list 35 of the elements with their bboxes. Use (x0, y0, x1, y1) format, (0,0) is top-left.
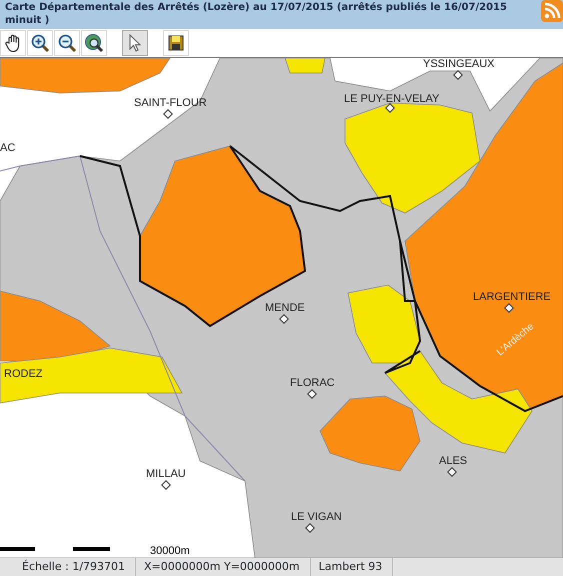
scale-readout: Échelle : 1/793701 (0, 558, 136, 576)
city-label: FLORAC (290, 377, 335, 389)
save-icon (166, 33, 186, 53)
city-label: AC (0, 142, 16, 154)
zoom-out-icon (57, 33, 77, 53)
city-marker-icon (163, 109, 173, 119)
city-label: LE VIGAN (291, 511, 342, 523)
zoom-in-icon (30, 33, 50, 53)
city-label: LE PUY-EN-VELAY (344, 93, 440, 105)
zoom-in-tool-button[interactable] (27, 30, 53, 56)
page-title: Carte Départementale des Arrêtés (Lozère) au 17/07/2015 (arrêtés publiés le 16/07/2015 minuit ) (5, 1, 508, 27)
city-label: SAINT-FLOUR (134, 97, 207, 109)
zoom-out-tool-button[interactable] (54, 30, 80, 56)
city-marker-icon (504, 303, 514, 313)
coordinates-readout: X=0000000m Y=0000000m (136, 558, 311, 576)
city-marker-icon (447, 467, 457, 477)
full-extent-tool-button[interactable] (81, 30, 107, 56)
city-marker-icon (385, 103, 395, 113)
projection-readout: Lambert 93 (310, 558, 394, 576)
city-marker-icon (161, 480, 171, 490)
scale-label: 30000m (150, 545, 190, 557)
save-tool-button[interactable] (163, 30, 189, 56)
city-label: ALES (439, 455, 468, 467)
city-label: LARGENTIERE (473, 291, 551, 303)
city-marker-icon (453, 70, 463, 80)
select-tool-button[interactable] (122, 30, 148, 56)
city-marker-icon (305, 523, 315, 533)
city-label: MENDE (265, 302, 305, 314)
city-label: MILLAU (146, 468, 186, 480)
pan-tool-button[interactable] (0, 30, 26, 56)
city-marker-icon (279, 314, 289, 324)
globe-magnifier-icon (84, 33, 104, 53)
city-marker-icon (307, 389, 317, 399)
city-label: RODEZ (4, 368, 42, 380)
city-label: YSSINGEAUX (423, 58, 495, 70)
